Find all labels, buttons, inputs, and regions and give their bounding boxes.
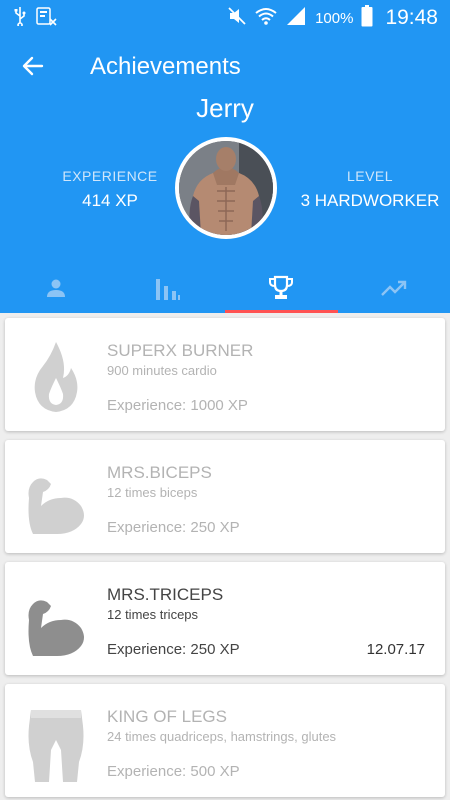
- achievement-title: MRS.TRICEPS: [107, 585, 224, 604]
- mute-icon: [227, 6, 247, 30]
- flame-icon: [23, 340, 89, 416]
- achievement-card[interactable]: KING OF LEGS 24 times quadriceps, hamstr…: [5, 684, 445, 797]
- trending-up-icon: [381, 280, 407, 296]
- achievement-title: KING OF LEGS: [107, 707, 227, 726]
- user-name: Jerry: [196, 93, 254, 123]
- legs-icon: [23, 706, 89, 782]
- achievement-experience: Experience: 1000 XP: [107, 397, 248, 414]
- achievement-subtitle: 900 minutes cardio: [107, 363, 217, 378]
- achievement-title: SUPERX BURNER: [107, 341, 254, 360]
- avatar[interactable]: [175, 137, 277, 239]
- achievement-card[interactable]: MRS.BICEPS 12 times biceps Experience: 2…: [5, 440, 445, 553]
- tab-profile[interactable]: [0, 263, 112, 313]
- status-bar: 100% 19:48: [0, 0, 450, 33]
- active-tab-indicator: [225, 310, 338, 313]
- tab-progress[interactable]: [338, 263, 450, 313]
- tab-statistics[interactable]: [112, 263, 224, 313]
- arrow-back-icon: [22, 56, 44, 76]
- achievement-card[interactable]: MRS.TRICEPS 12 times triceps Experience:…: [5, 562, 445, 675]
- tab-achievements[interactable]: [225, 263, 337, 313]
- level-stat: LEVEL 3 HARDWORKER: [290, 168, 450, 211]
- achievement-subtitle: 12 times triceps: [107, 607, 199, 622]
- app-notification-icon: [36, 6, 58, 31]
- achievement-subtitle: 12 times biceps: [107, 485, 198, 500]
- wifi-icon: [255, 6, 277, 30]
- profile-header: Achievements Jerry EXPERIENCE 414 XP LEV…: [0, 33, 450, 313]
- person-icon: [47, 279, 65, 297]
- level-label: LEVEL: [346, 168, 394, 184]
- biceps-icon: [23, 462, 89, 538]
- page-title: Achievements: [90, 53, 241, 80]
- achievement-experience: Experience: 250 XP: [107, 519, 240, 536]
- battery-icon: [361, 5, 373, 31]
- tab-bar: [0, 263, 450, 313]
- usb-icon: [14, 6, 26, 31]
- signal-icon: [285, 6, 307, 30]
- experience-stat: EXPERIENCE 414 XP: [55, 168, 165, 211]
- trophy-icon: [269, 275, 293, 299]
- triceps-icon: [23, 584, 89, 660]
- level-value: 3 HARDWORKER: [300, 191, 440, 210]
- experience-label: EXPERIENCE: [62, 168, 158, 184]
- back-button[interactable]: [20, 53, 50, 81]
- achievement-title: MRS.BICEPS: [107, 463, 212, 482]
- clock: 19:48: [385, 6, 438, 29]
- achievement-card[interactable]: SUPERX BURNER 900 minutes cardio Experie…: [5, 318, 445, 431]
- achievement-date: 12.07.17: [366, 641, 425, 658]
- achievement-experience: Experience: 500 XP: [107, 763, 240, 780]
- achievement-subtitle: 24 times quadriceps, hamstrings, glutes: [107, 729, 337, 744]
- experience-value: 414 XP: [82, 191, 138, 210]
- avatar-photo: [179, 141, 273, 235]
- achievement-experience: Experience: 250 XP: [107, 641, 240, 658]
- battery-percent: 100%: [315, 9, 354, 27]
- bar-chart-icon: [156, 279, 180, 300]
